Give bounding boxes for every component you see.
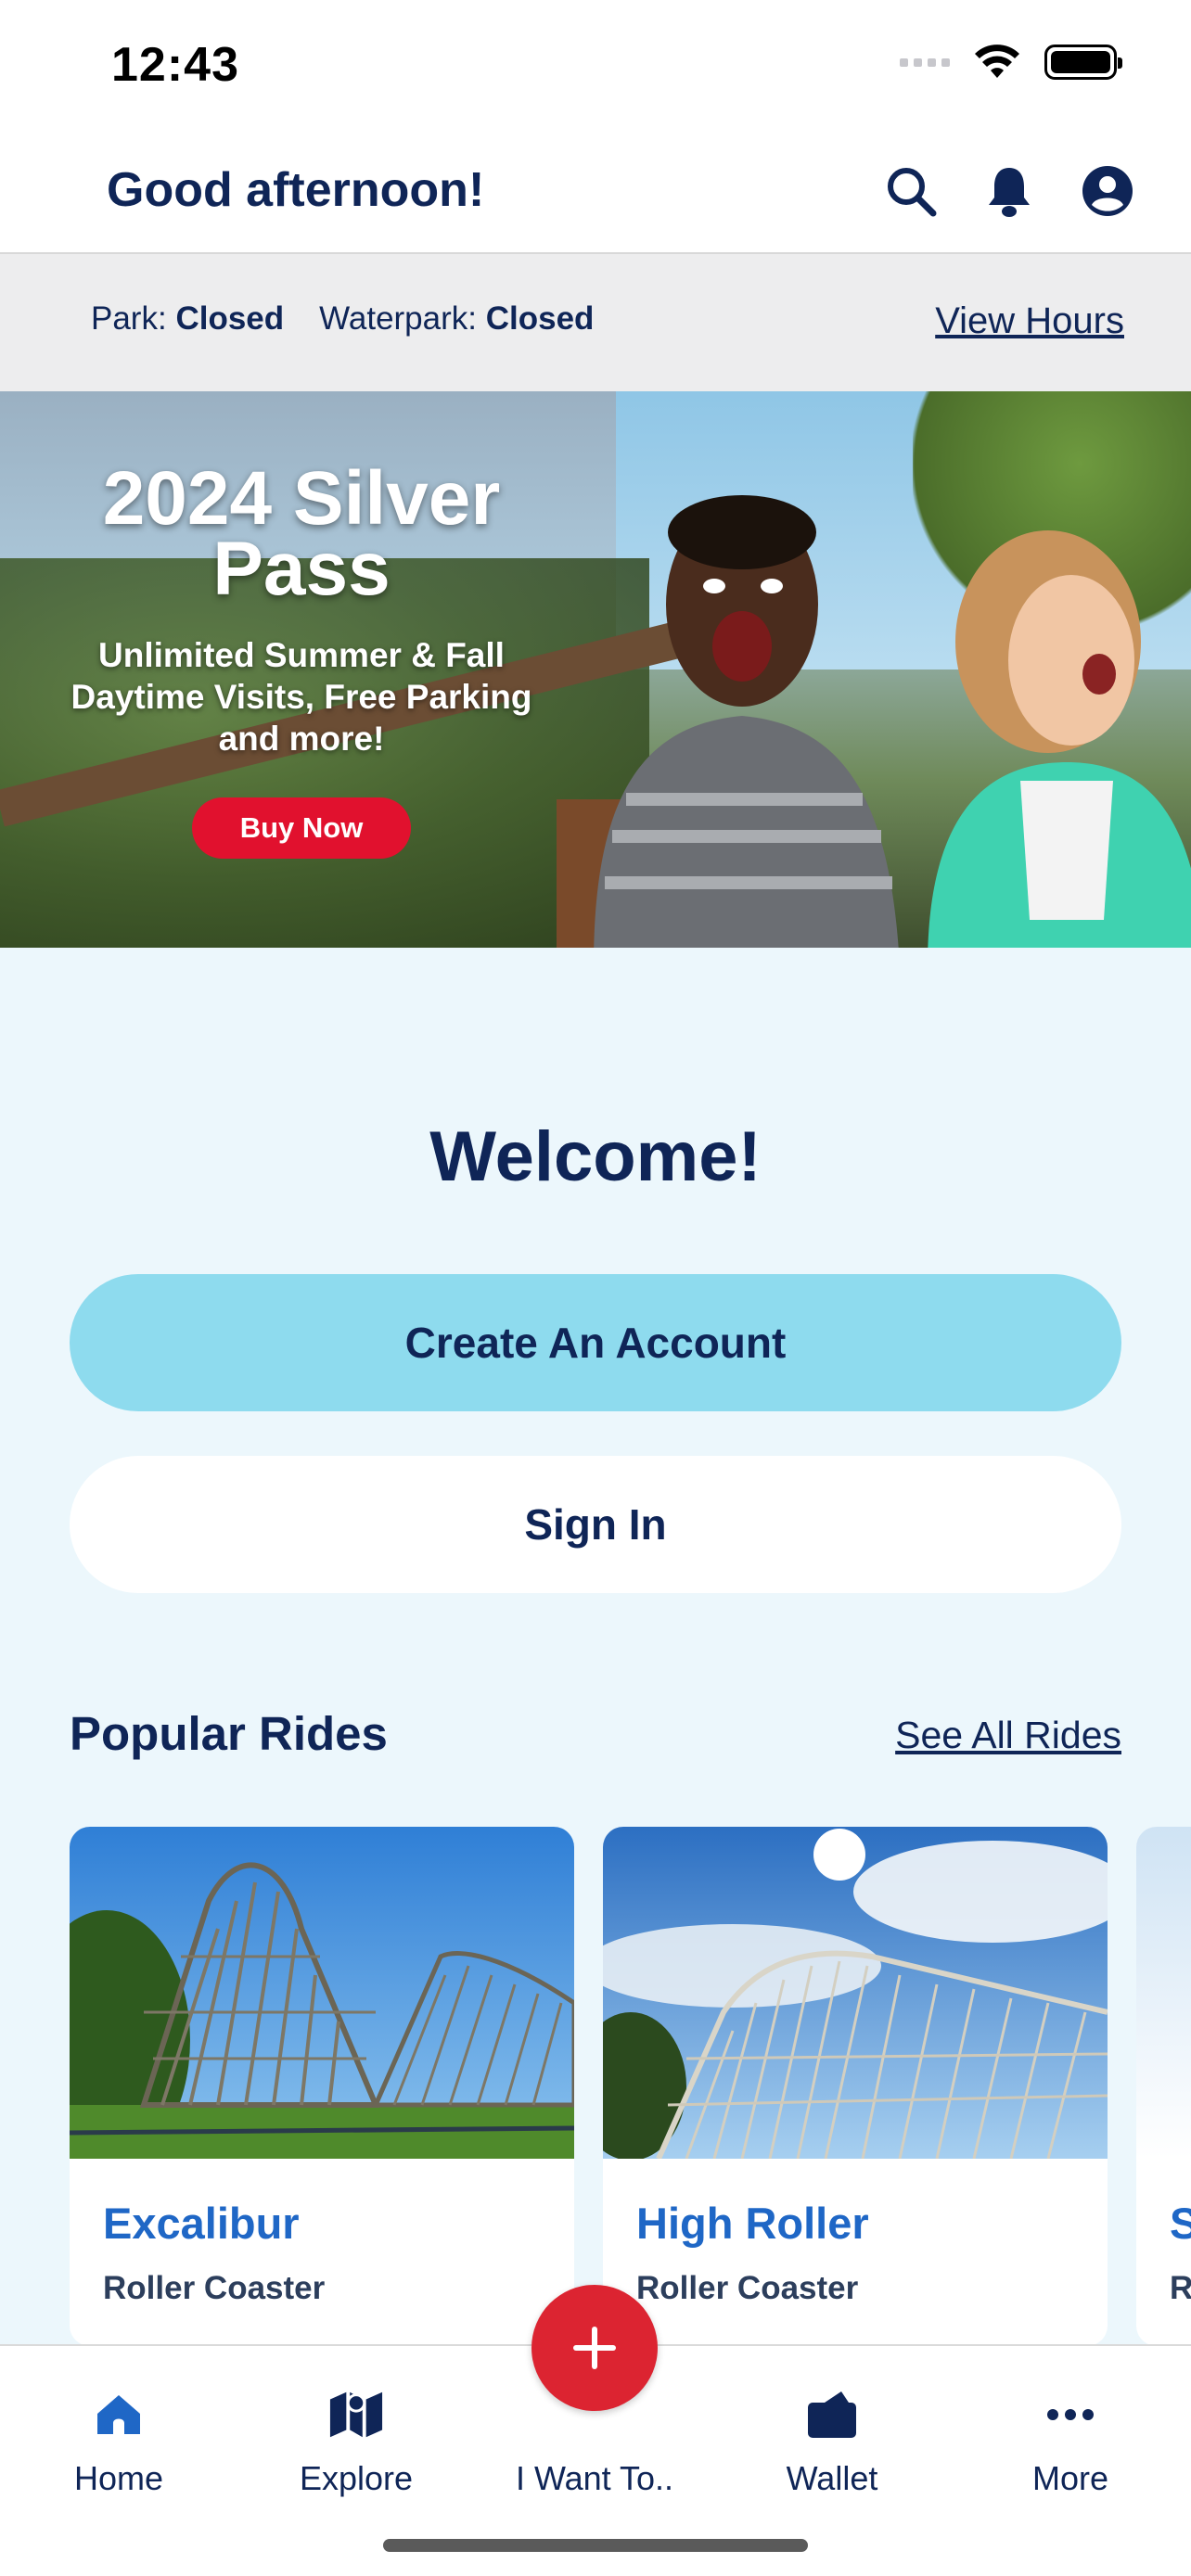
park-label: Park: [91,300,167,337]
view-hours-link[interactable]: View Hours [935,300,1124,342]
buy-now-button[interactable]: Buy Now [192,797,411,859]
sign-in-button[interactable]: Sign In [70,1456,1121,1593]
tab-wallet[interactable]: Wallet [730,2346,934,2531]
status-bar: 12:43 [0,0,1191,130]
search-icon[interactable] [883,163,939,219]
greeting-title: Good afternoon! [107,163,485,217]
tab-home[interactable]: Home [17,2346,221,2531]
see-all-rides-link[interactable]: See All Rides [895,1714,1121,1757]
ride-type: R [1170,2270,1191,2306]
ride-name: Excalibur [103,2199,300,2248]
tab-label: Home [73,2459,164,2497]
notifications-bell-icon[interactable] [981,163,1037,219]
account-profile-icon[interactable] [1080,163,1135,219]
ride-card[interactable]: Excalibur Roller Coaster [70,1827,574,2346]
banner-title: 2024 Silver Pass [102,456,501,611]
tab-more[interactable]: More [968,2346,1172,2531]
map-icon [328,2389,384,2441]
waterpark-label: Waterpark: [319,300,477,337]
tab-label: Explore [299,2459,414,2497]
more-icon [1043,2389,1098,2441]
promo-banner[interactable]: 2024 Silver Pass Unlimited Summer & Fall… [0,391,1191,948]
rider-photo-man [557,495,899,948]
create-account-button[interactable]: Create An Account [70,1274,1121,1411]
header-actions [883,163,1135,219]
ride-card[interactable]: High Roller Roller Coaster [603,1827,1108,2346]
ride-name: High Roller [636,2199,869,2248]
popular-rides-carousel[interactable]: Excalibur Roller Coaster High Roller Rol… [70,1827,1191,2346]
ride-name: S [1170,2199,1191,2248]
wifi-icon [975,45,1019,78]
app-header: Good afternoon! [0,130,1191,254]
status-time: 12:43 [111,38,239,92]
ride-image-partial [1136,1827,1191,2159]
ride-image-high-roller [603,1827,1108,2159]
park-status: Park: Closed [91,300,284,338]
ride-image-excalibur [70,1827,574,2159]
park-hours-bar: Park: Closed Waterpark: Closed View Hour… [0,254,1191,391]
welcome-title: Welcome! [429,1117,762,1196]
cellular-signal-icon [900,57,950,67]
popular-rides-title: Popular Rides [70,1707,388,1760]
main-content: Welcome! Create An Account Sign In Popul… [0,948,1191,2346]
rider-photo-woman [928,530,1191,948]
i-want-to-fab-button[interactable] [531,2285,658,2411]
park-status-text: Park: Closed Waterpark: Closed [91,300,594,338]
wallet-icon [804,2389,860,2441]
ride-type: Roller Coaster [636,2270,859,2306]
waterpark-status: Waterpark: Closed [319,300,594,338]
tab-label: More [1031,2459,1109,2497]
ride-card[interactable]: S R [1136,1827,1191,2346]
park-status-value: Closed [175,300,285,337]
home-indicator [383,2539,808,2552]
waterpark-status-value: Closed [485,300,595,337]
banner-subtitle: Unlimited Summer & Fall Daytime Visits, … [70,636,532,758]
tab-explore[interactable]: Explore [254,2346,458,2531]
status-icons [900,45,1122,80]
tab-label: I Want To.. [515,2459,674,2497]
battery-icon [1044,45,1122,80]
home-icon [91,2389,147,2441]
plus-icon [573,2327,616,2369]
tab-label: Wallet [786,2459,878,2497]
ride-type: Roller Coaster [103,2270,326,2306]
